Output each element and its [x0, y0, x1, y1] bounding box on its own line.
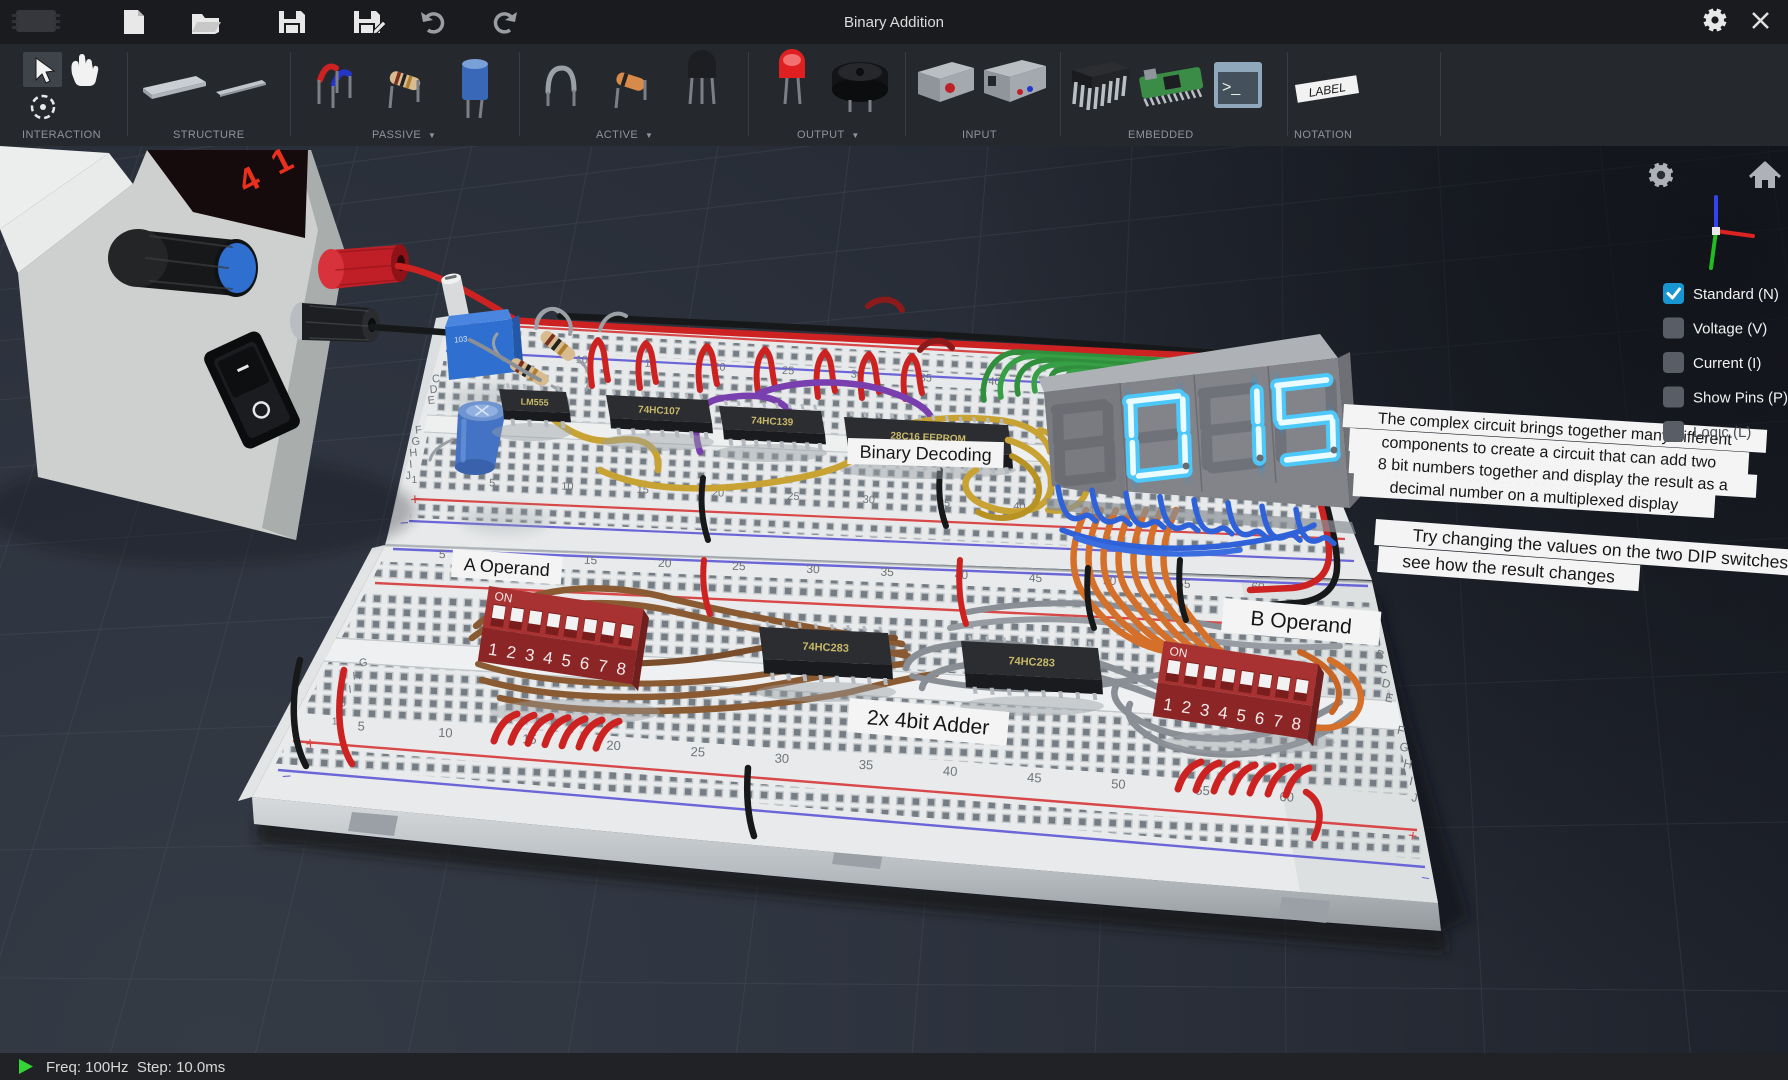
- svg-text:−: −: [282, 768, 293, 786]
- svg-text:5: 5: [357, 718, 365, 733]
- svg-text:74HC107: 74HC107: [638, 404, 681, 417]
- svg-text:25: 25: [732, 559, 746, 574]
- svg-text:ON: ON: [494, 589, 514, 606]
- svg-text:10: 10: [561, 481, 574, 494]
- svg-text:35: 35: [880, 565, 894, 580]
- svg-text:25: 25: [782, 365, 795, 378]
- svg-text:74HC283: 74HC283: [1008, 655, 1055, 669]
- svg-text:30: 30: [862, 494, 875, 507]
- svg-text:103: 103: [454, 334, 469, 344]
- svg-text:Logic (L): Logic (L): [1693, 424, 1751, 441]
- svg-text:10: 10: [438, 725, 453, 741]
- svg-text:45: 45: [1027, 770, 1042, 786]
- svg-text:74HC139: 74HC139: [751, 415, 794, 428]
- svg-text:Freq: 100Hz Step: 10.0ms: Freq: 100Hz Step: 10.0ms: [46, 1059, 225, 1076]
- svg-text:Standard (N): Standard (N): [1693, 286, 1779, 303]
- svg-text:H: H: [409, 447, 418, 460]
- svg-text:1: 1: [412, 475, 418, 486]
- svg-text:30: 30: [774, 750, 789, 766]
- svg-text:15: 15: [584, 553, 598, 568]
- svg-text:Show Pins (P): Show Pins (P): [1693, 390, 1788, 407]
- svg-text:20: 20: [658, 556, 672, 571]
- svg-text:ON: ON: [1169, 644, 1189, 661]
- svg-text:35: 35: [858, 757, 873, 773]
- svg-text:20: 20: [606, 738, 621, 754]
- svg-text:25: 25: [690, 744, 705, 760]
- svg-text:Binary Addition: Binary Addition: [844, 14, 944, 31]
- svg-text:+: +: [305, 734, 316, 754]
- svg-text:25: 25: [787, 491, 800, 504]
- svg-text:Current (I): Current (I): [1693, 355, 1761, 372]
- svg-text:LM555: LM555: [520, 396, 548, 407]
- svg-text:45: 45: [1029, 571, 1043, 586]
- svg-text:E: E: [427, 394, 436, 407]
- svg-text:G: G: [358, 657, 368, 670]
- svg-text:Voltage (V): Voltage (V): [1693, 321, 1767, 338]
- svg-text:5: 5: [439, 547, 447, 561]
- svg-text:5: 5: [489, 477, 496, 489]
- svg-text:>_: >_: [1222, 79, 1241, 96]
- svg-text:H: H: [352, 670, 361, 683]
- svg-text:74HC283: 74HC283: [802, 641, 849, 655]
- svg-text:30: 30: [806, 562, 820, 577]
- svg-text:Binary Decoding: Binary Decoding: [859, 442, 992, 465]
- svg-text:50: 50: [1111, 776, 1126, 792]
- svg-text:40: 40: [943, 763, 958, 779]
